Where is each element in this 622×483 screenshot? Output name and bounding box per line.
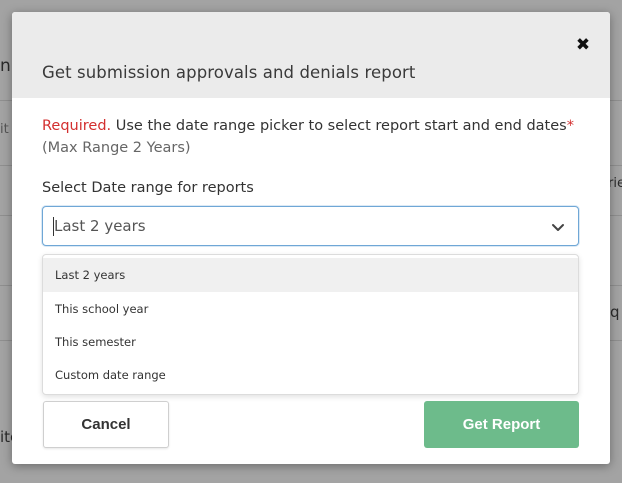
required-note: Required. Use the date range picker to s… [42,115,587,159]
required-text: Use the date range picker to select repo… [111,118,567,134]
background-text: rie [608,176,622,191]
option-last-2-years[interactable]: Last 2 years [43,258,578,292]
date-range-label: Select Date range for reports [42,180,254,196]
text-cursor [53,217,54,236]
background-text: q [610,303,620,321]
background-text: it [0,122,9,137]
option-this-semester[interactable]: This semester [43,325,578,359]
select-value: Last 2 years [54,217,146,235]
background-text: n [0,56,11,76]
modal-header: Get submission approvals and denials rep… [12,12,610,98]
close-icon: ✖ [575,35,591,55]
date-range-dropdown: Last 2 years This school year This semes… [42,254,579,395]
option-custom-date-range[interactable]: Custom date range [43,358,578,392]
max-range-note: (Max Range 2 Years) [42,140,191,156]
required-star: * [566,118,574,134]
get-report-button[interactable]: Get Report [424,401,579,448]
cancel-button[interactable]: Cancel [43,401,169,448]
chevron-down-icon[interactable] [550,219,566,235]
option-this-school-year[interactable]: This school year [43,292,578,326]
required-label: Required. [42,118,112,134]
report-modal: Get submission approvals and denials rep… [12,12,610,464]
date-range-select[interactable]: Last 2 years [42,206,579,246]
close-button[interactable]: ✖ [572,34,594,56]
modal-title: Get submission approvals and denials rep… [42,63,416,82]
